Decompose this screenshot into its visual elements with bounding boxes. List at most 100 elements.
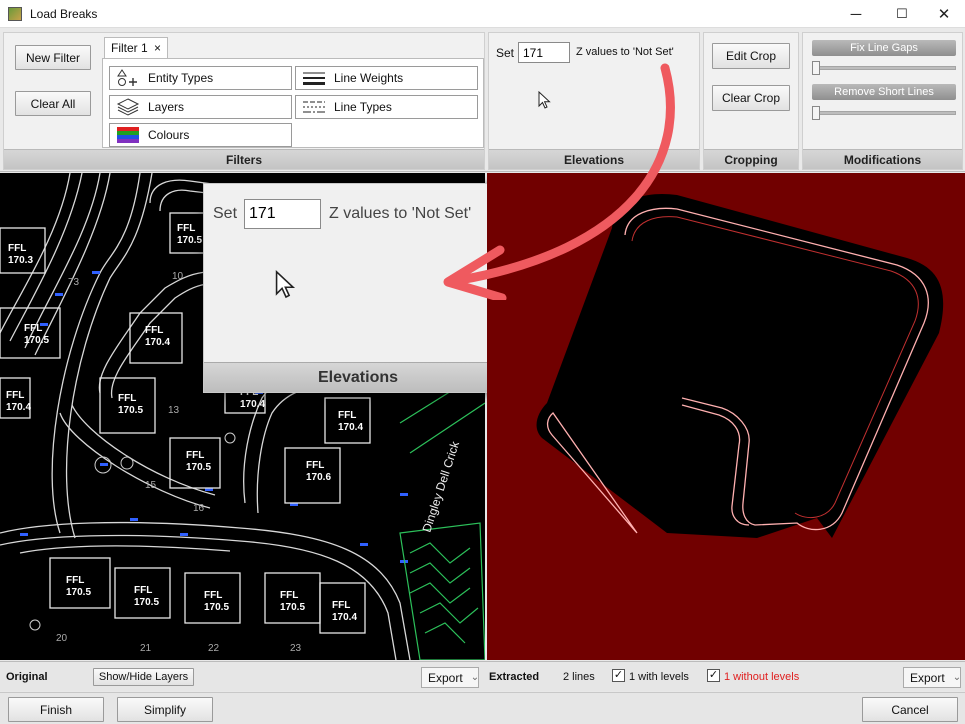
cropping-footer: Cropping <box>704 149 798 169</box>
ffl-level: 170.4 <box>145 337 170 348</box>
ffl-level: 170.5 <box>186 462 211 473</box>
cropping-group: Edit Crop Clear Crop Cropping <box>703 32 799 170</box>
ffl-label: FFL <box>134 585 152 596</box>
filter-panel: Entity Types Line Weights Layers Line Ty… <box>102 58 484 148</box>
zoom-set-label: Set <box>213 205 238 222</box>
close-button[interactable]: ✕ <box>921 0 965 28</box>
status-bar: Original Show/Hide Layers Export ⌄ Extra… <box>0 661 965 691</box>
layers-icon <box>116 98 140 116</box>
clear-crop-button[interactable]: Clear Crop <box>712 85 790 111</box>
window-title: Load Breaks <box>30 7 98 21</box>
export-extracted-dropdown[interactable]: Export ⌄ <box>903 667 961 688</box>
edit-crop-button[interactable]: Edit Crop <box>712 43 790 69</box>
fix-line-gaps-button[interactable]: Fix Line Gaps <box>812 40 956 56</box>
remove-short-lines-slider[interactable] <box>812 111 956 115</box>
layers-filter[interactable]: Layers <box>109 95 292 119</box>
original-label: Original <box>6 671 48 683</box>
plot-number: 73 <box>68 277 80 288</box>
colours-filter[interactable]: Colours <box>109 123 292 147</box>
export-original-label: Export <box>428 670 463 685</box>
plot-number: 20 <box>56 633 68 644</box>
simplify-button[interactable]: Simplify <box>117 697 213 722</box>
plot-number: 10 <box>172 271 184 282</box>
ffl-level: 170.5 <box>66 587 91 598</box>
ffl-level: 170.5 <box>118 405 143 416</box>
layers-label: Layers <box>148 100 185 114</box>
without-levels-label: 1 without levels <box>724 671 800 683</box>
z-values-label: Z values to 'Not Set' <box>576 46 674 58</box>
filters-group: New Filter Clear All Filter 1 × Entity T… <box>3 32 485 170</box>
ffl-label: FFL <box>145 325 163 336</box>
with-levels-checkbox[interactable]: ✓ <box>612 669 625 682</box>
ffl-label: FFL <box>24 323 42 334</box>
ffl-label: FFL <box>306 460 324 471</box>
plot-number: 15 <box>145 480 157 491</box>
tab-filter-1-label: Filter 1 <box>111 41 148 55</box>
with-levels-label: 1 with levels <box>629 671 689 683</box>
colours-label: Colours <box>148 128 190 142</box>
plot-number: 23 <box>290 643 302 654</box>
chevron-down-icon: ⌄ <box>470 672 480 683</box>
ffl-level: 170.5 <box>24 335 49 346</box>
ffl-label: FFL <box>338 410 356 421</box>
ffl-label: FFL <box>280 590 298 601</box>
ffl-label: FFL <box>66 575 84 586</box>
line-types-label: Line Types <box>334 100 392 114</box>
show-hide-layers-button[interactable]: Show/Hide Layers <box>93 668 194 686</box>
action-bar: Finish Simplify Cancel <box>0 692 965 724</box>
export-extracted-label: Export <box>910 670 945 685</box>
ffl-level: 170.4 <box>332 612 357 623</box>
zoom-elevations-footer: Elevations <box>204 362 512 392</box>
ffl-level: 170.4 <box>338 422 363 433</box>
street-name-label: Dingley Dell Crick <box>420 439 463 534</box>
chevron-down-icon: ⌄ <box>952 672 962 683</box>
line-weights-icon <box>302 69 326 87</box>
ffl-level: 170.3 <box>8 255 33 266</box>
maximize-button[interactable]: ☐ <box>879 0 925 28</box>
set-label: Set <box>496 46 515 60</box>
ffl-level: 170.4 <box>240 399 265 410</box>
line-types-icon <box>302 98 326 116</box>
cancel-button[interactable]: Cancel <box>862 697 958 722</box>
line-count: 2 lines <box>563 671 595 683</box>
annotation-arrow-icon <box>443 63 675 300</box>
ffl-label: FFL <box>6 390 24 401</box>
remove-short-lines-button[interactable]: Remove Short Lines <box>812 84 956 100</box>
modifications-footer: Modifications <box>803 149 962 169</box>
plot-number: 16 <box>193 503 205 514</box>
finish-button[interactable]: Finish <box>8 697 104 722</box>
extracted-label: Extracted <box>489 671 540 683</box>
entity-types-filter[interactable]: Entity Types <box>109 66 292 90</box>
title-bar: Load Breaks ─ ☐ ✕ <box>0 0 965 28</box>
ffl-level: 170.5 <box>204 602 229 613</box>
tab-filter-1[interactable]: Filter 1 × <box>104 37 169 59</box>
fix-line-gaps-slider[interactable] <box>812 66 956 70</box>
ffl-label: FFL <box>8 243 26 254</box>
zoom-mouse-cursor-icon <box>275 270 296 299</box>
ffl-level: 170.5 <box>177 235 202 246</box>
ffl-level: 170.5 <box>134 597 159 608</box>
filters-footer: Filters <box>4 149 484 169</box>
ffl-level: 170.5 <box>280 602 305 613</box>
minimize-button[interactable]: ─ <box>833 0 879 28</box>
fix-line-gaps-thumb[interactable] <box>812 61 820 75</box>
plot-number: 21 <box>140 643 152 654</box>
zoom-elevation-input[interactable] <box>244 199 321 229</box>
entity-types-label: Entity Types <box>148 71 214 85</box>
app-icon <box>8 7 22 21</box>
ffl-label: FFL <box>186 450 204 461</box>
ffl-label: FFL <box>332 600 350 611</box>
tab-close-icon[interactable]: × <box>154 41 161 55</box>
line-weights-label: Line Weights <box>334 71 404 85</box>
plot-number: 22 <box>208 643 220 654</box>
entity-types-icon <box>116 69 140 87</box>
export-original-dropdown[interactable]: Export ⌄ <box>421 667 479 688</box>
ffl-level: 170.6 <box>306 472 331 483</box>
clear-all-button[interactable]: Clear All <box>15 91 91 116</box>
modifications-group: Fix Line Gaps Remove Short Lines Modific… <box>802 32 963 170</box>
without-levels-checkbox[interactable]: ✓ <box>707 669 720 682</box>
ffl-label: FFL <box>204 590 222 601</box>
plot-number: 13 <box>168 405 180 416</box>
new-filter-button[interactable]: New Filter <box>15 45 91 70</box>
remove-short-lines-thumb[interactable] <box>812 106 820 120</box>
